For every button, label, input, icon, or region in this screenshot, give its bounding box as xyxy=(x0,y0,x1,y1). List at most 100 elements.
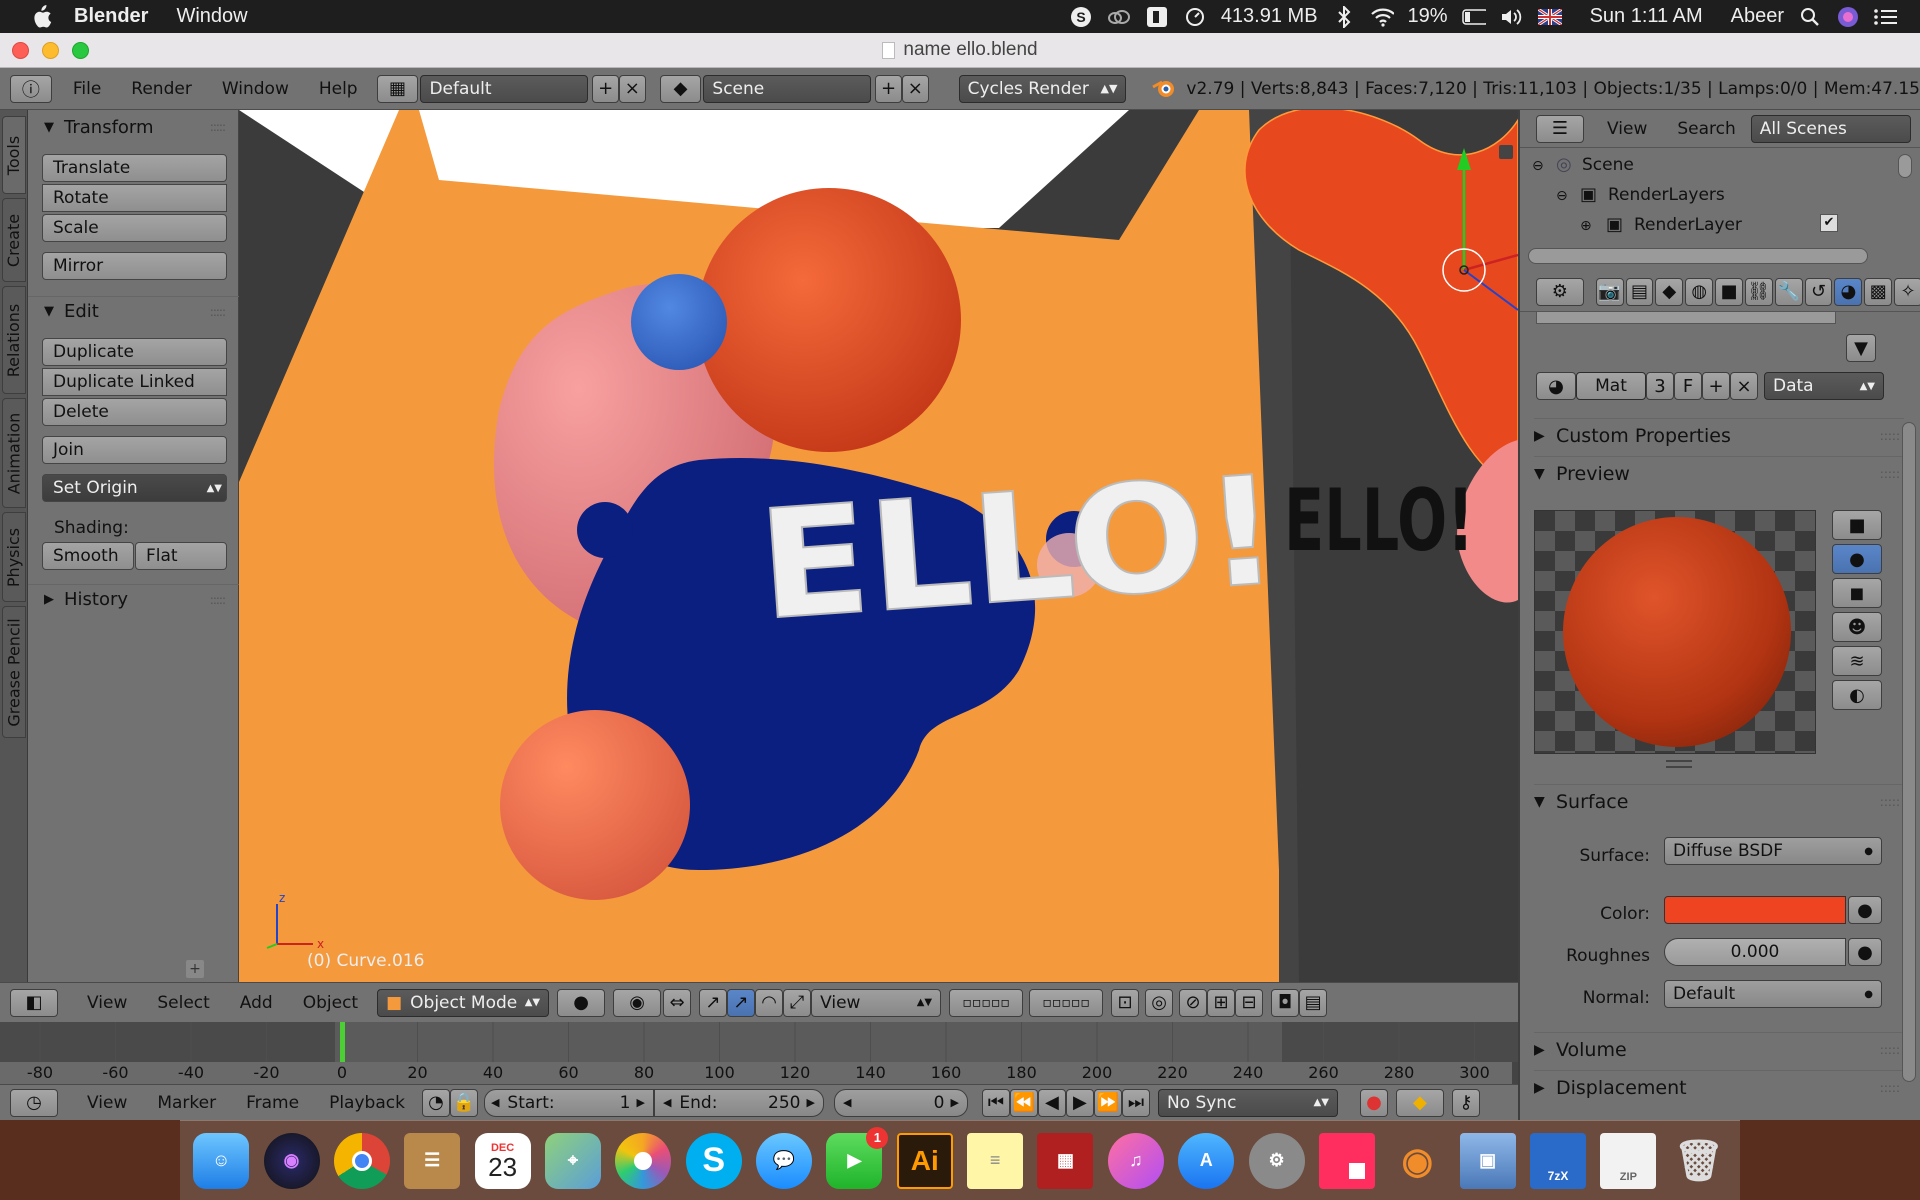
material-tab-icon[interactable]: ◕ xyxy=(1834,277,1863,306)
menu-add[interactable]: Add xyxy=(225,993,288,1013)
render-animation-icon[interactable]: ▤ xyxy=(1299,988,1328,1017)
volume-panel[interactable]: ▶ Volume::::: xyxy=(1534,1032,1904,1066)
memory-gauge-icon[interactable] xyxy=(1183,6,1207,28)
outliner-scrollbar[interactable] xyxy=(1528,248,1868,264)
preview-flat-icon[interactable]: ■ xyxy=(1832,510,1882,540)
render-layers-tab-icon[interactable]: ▤ xyxy=(1625,277,1654,306)
tab-grease-pencil[interactable]: Grease Pencil xyxy=(2,606,26,738)
layers-group-2-icon[interactable]: ▫▫▫▫▫ xyxy=(1029,988,1104,1017)
collapse-minus-icon[interactable]: ⊖ xyxy=(1532,158,1544,174)
snap-toggle-icon[interactable]: ⊘ xyxy=(1179,988,1208,1017)
tab-animation[interactable]: Animation xyxy=(2,398,26,508)
collapse-minus-icon[interactable]: ⊖ xyxy=(1556,188,1568,204)
duplicate-button[interactable]: Duplicate xyxy=(42,338,227,366)
menubar-clock[interactable]: Sun 1:11 AM xyxy=(1590,5,1703,28)
finder-icon[interactable]: ☺ xyxy=(193,1132,250,1189)
bluetooth-icon[interactable] xyxy=(1332,5,1356,28)
custom-properties-panel[interactable]: ▶ Custom Properties::::: xyxy=(1534,418,1904,452)
scale-button[interactable]: Scale xyxy=(42,214,227,242)
layout-add-button[interactable]: + xyxy=(592,74,619,103)
jump-keyframe-back-icon[interactable]: ⏪ xyxy=(1009,1088,1038,1117)
outliner-renderlayers-item[interactable]: RenderLayers xyxy=(1608,185,1725,205)
tab-tools[interactable]: Tools xyxy=(2,116,26,194)
duplicate-linked-button[interactable]: Duplicate Linked xyxy=(42,368,227,396)
3d-viewport[interactable]: ELLO! ELLO! z x (0) Curve.016 xyxy=(239,110,1518,982)
smooth-shading-button[interactable]: Smooth xyxy=(42,542,134,570)
manipulator-scale-icon[interactable]: ⤢ xyxy=(783,988,812,1017)
proportional-edit-icon[interactable]: ◎ xyxy=(1145,988,1174,1017)
material-users-button[interactable]: 3 xyxy=(1646,372,1674,400)
material-name-field[interactable]: Mat xyxy=(1576,372,1646,400)
photos-icon[interactable] xyxy=(615,1132,672,1189)
scene-name-field[interactable]: Scene xyxy=(703,74,872,103)
insert-keyframe-icon[interactable]: ⚷ xyxy=(1451,1088,1480,1117)
panel-grip-icon[interactable]: ::::: xyxy=(210,120,226,134)
start-frame-field[interactable]: ◀ Start: 1 ▶ xyxy=(483,1088,654,1117)
menu-view[interactable]: View xyxy=(72,993,142,1013)
material-browse-icon[interactable]: ◕ xyxy=(1536,372,1576,400)
menu-render[interactable]: Render xyxy=(116,79,207,99)
photo-booth-icon[interactable]: ▦ xyxy=(1037,1132,1094,1189)
render-still-icon[interactable]: ◘ xyxy=(1271,988,1300,1017)
app-store-icon[interactable]: A xyxy=(1178,1132,1235,1189)
delete-button[interactable]: Delete xyxy=(42,398,227,426)
jump-keyframe-forward-icon[interactable]: ⏩ xyxy=(1093,1088,1122,1117)
minimize-window-button[interactable] xyxy=(42,42,59,59)
preview-hair-icon[interactable]: ≋ xyxy=(1832,646,1882,676)
play-reverse-icon[interactable]: ◀ xyxy=(1037,1088,1066,1117)
world-tab-icon[interactable]: ◍ xyxy=(1685,277,1714,306)
manipulator-translate-icon[interactable]: ↗ xyxy=(699,988,728,1017)
menu-window[interactable]: Window xyxy=(207,79,304,99)
tab-create[interactable]: Create xyxy=(2,198,26,282)
render-engine-select[interactable]: Cycles Render ▲▼ xyxy=(958,74,1127,103)
menu-help[interactable]: Help xyxy=(304,79,373,99)
translate-button[interactable]: Translate xyxy=(42,154,227,182)
panel-edit-header[interactable]: ▼ Edit::::: xyxy=(28,296,239,326)
notification-center-icon[interactable] xyxy=(1874,6,1898,28)
lock-layers-icon[interactable]: ⊡ xyxy=(1111,988,1140,1017)
new-material-button[interactable]: + xyxy=(1702,372,1730,400)
unlink-material-button[interactable]: × xyxy=(1730,372,1758,400)
snap-target-icon[interactable]: ⊟ xyxy=(1235,988,1264,1017)
end-frame-field[interactable]: ◀ End: 250 ▶ xyxy=(653,1088,824,1117)
ello-text-3d[interactable]: ELLO! xyxy=(752,443,1285,655)
material-specials-icon[interactable]: ▼ xyxy=(1846,334,1876,362)
preview-cube-icon[interactable]: ◼ xyxy=(1832,578,1882,608)
interaction-mode-select[interactable]: ■ Object Mode ▲▼ xyxy=(377,988,550,1017)
manipulator-rotate-icon[interactable]: ◠ xyxy=(755,988,784,1017)
siri-dock-icon[interactable]: ◉ xyxy=(263,1132,320,1189)
panel-history-header[interactable]: ▶ History::::: xyxy=(28,584,239,614)
editor-type-info-icon[interactable]: ⓘ xyxy=(10,74,52,103)
panel-grip-icon[interactable]: ::::: xyxy=(1880,467,1900,481)
calendar-icon[interactable]: DEC 23 xyxy=(474,1132,531,1189)
scene-add-button[interactable]: + xyxy=(875,74,902,103)
uk-flag-icon[interactable] xyxy=(1537,6,1562,28)
zoom-window-button[interactable] xyxy=(72,42,89,59)
skype-icon[interactable]: S xyxy=(685,1132,742,1189)
messages-icon[interactable]: 💬 xyxy=(756,1132,813,1189)
system-preferences-icon[interactable]: ⚙ xyxy=(1248,1132,1305,1189)
viewport-shading-icon[interactable]: ● xyxy=(557,988,606,1017)
transform-orientation-select[interactable]: View ▲▼ xyxy=(811,988,942,1017)
preview-monkey-icon[interactable]: ☻ xyxy=(1832,612,1882,642)
mockup-app-icon[interactable] xyxy=(1318,1132,1375,1189)
outliner-renderlayer-item[interactable]: RenderLayer xyxy=(1634,215,1742,235)
mirror-button[interactable]: Mirror xyxy=(42,252,227,280)
jump-start-icon[interactable]: ⏮ xyxy=(981,1088,1010,1117)
material-slot-list-bottom[interactable] xyxy=(1536,312,1836,324)
outliner-vscroll[interactable] xyxy=(1898,154,1912,178)
close-window-button[interactable] xyxy=(12,42,29,59)
chrome-icon[interactable] xyxy=(333,1132,390,1189)
material-link-select[interactable]: Data ▲▼ xyxy=(1764,372,1884,400)
layout-browse-icon[interactable]: ▦ xyxy=(376,74,419,103)
maps-icon[interactable]: ⌖ xyxy=(544,1132,601,1189)
menubar-user[interactable]: Abeer xyxy=(1731,5,1784,28)
trash-icon[interactable]: 🗑 xyxy=(1671,1133,1727,1189)
notes-icon[interactable]: ≡ xyxy=(967,1132,1024,1189)
lock-time-cursor-icon[interactable]: 🔒 xyxy=(449,1088,478,1117)
layout-delete-button[interactable]: × xyxy=(618,74,646,103)
preview-app-icon[interactable]: ▣ xyxy=(1459,1132,1516,1189)
particles-tab-icon[interactable]: ✧ xyxy=(1894,277,1920,306)
panel-grip-icon[interactable]: ::::: xyxy=(1880,795,1900,809)
fake-user-button[interactable]: F xyxy=(1674,372,1702,400)
